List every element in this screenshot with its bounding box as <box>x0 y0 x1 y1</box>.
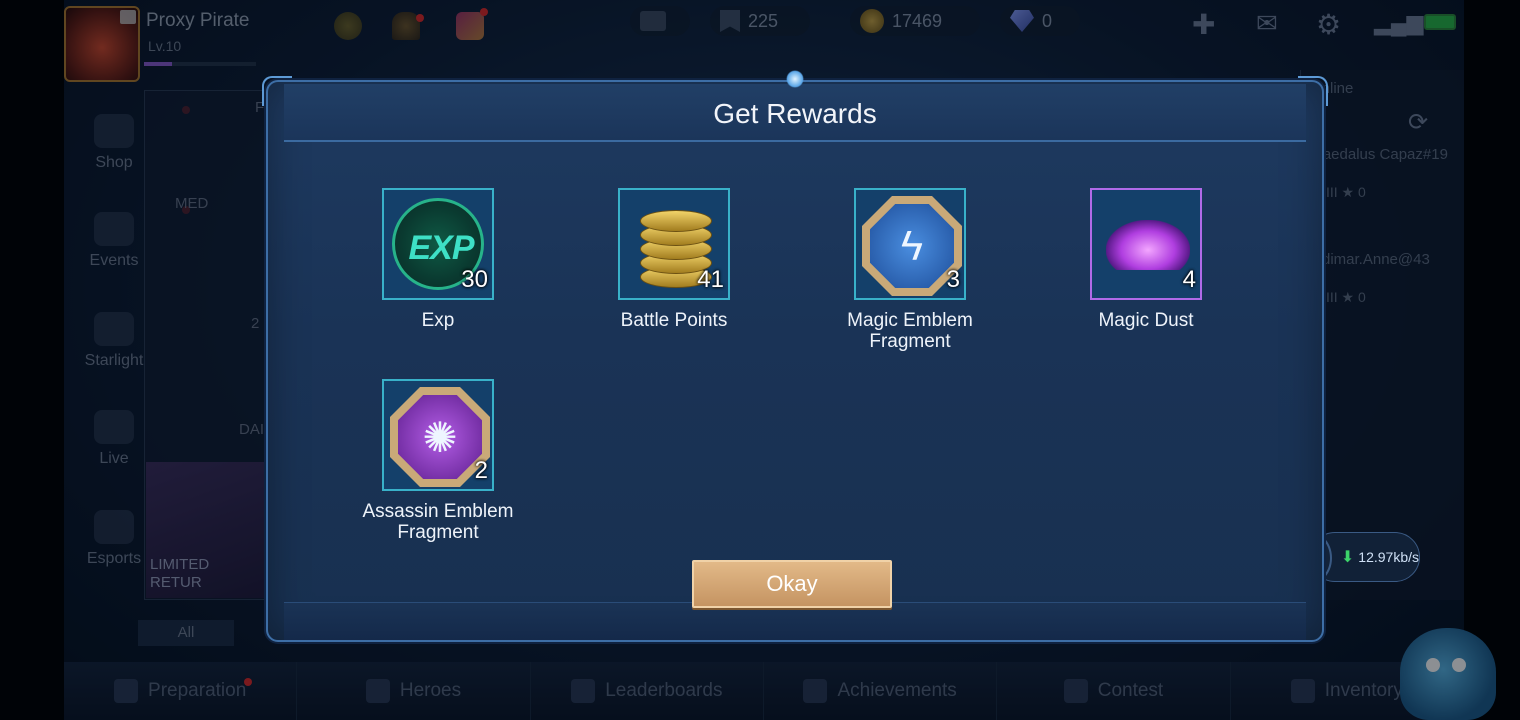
reward-name: Exp <box>421 310 455 331</box>
reward-count: 41 <box>697 266 724 293</box>
lightning-icon: ϟ <box>900 222 924 269</box>
reward-count: 3 <box>946 266 960 293</box>
reward-item-magic-dust[interactable]: 4 Magic Dust <box>1056 188 1236 331</box>
get-rewards-modal: Get Rewards EXP 30 Exp 41 Battle Points … <box>262 70 1328 642</box>
reward-box: ✺ 2 <box>382 379 494 491</box>
reward-item-magic-emblem-fragment[interactable]: ϟ 3 Magic Emblem Fragment <box>820 188 1000 352</box>
reward-name: Magic Emblem Fragment <box>847 310 973 352</box>
frame-gem-icon <box>786 70 804 88</box>
shuriken-icon: ✺ <box>422 414 458 461</box>
okay-button[interactable]: Okay <box>692 560 892 608</box>
reward-box: 4 <box>1090 188 1202 300</box>
reward-name: Magic Dust <box>1098 310 1194 331</box>
magic-dust-icon <box>1106 220 1190 270</box>
modal-frame <box>266 80 1324 642</box>
reward-count: 4 <box>1182 266 1196 293</box>
exp-icon-text: EXP <box>408 229 474 267</box>
reward-box: EXP 30 <box>382 188 494 300</box>
reward-name: Assassin Emblem Fragment <box>362 501 514 543</box>
reward-name: Battle Points <box>620 310 728 331</box>
reward-count: 2 <box>474 457 488 484</box>
download-speed: 12.97kb/s <box>1358 549 1419 565</box>
reward-box: ϟ 3 <box>854 188 966 300</box>
reward-item-assassin-emblem-fragment[interactable]: ✺ 2 Assassin Emblem Fragment <box>348 379 528 543</box>
reward-item-battle-points[interactable]: 41 Battle Points <box>584 188 764 331</box>
reward-box: 41 <box>618 188 730 300</box>
modal-title: Get Rewards <box>713 98 877 129</box>
download-arrow-icon: ⬇ <box>1340 549 1355 566</box>
reward-item-exp[interactable]: EXP 30 Exp <box>348 188 528 331</box>
reward-count: 30 <box>461 266 488 293</box>
